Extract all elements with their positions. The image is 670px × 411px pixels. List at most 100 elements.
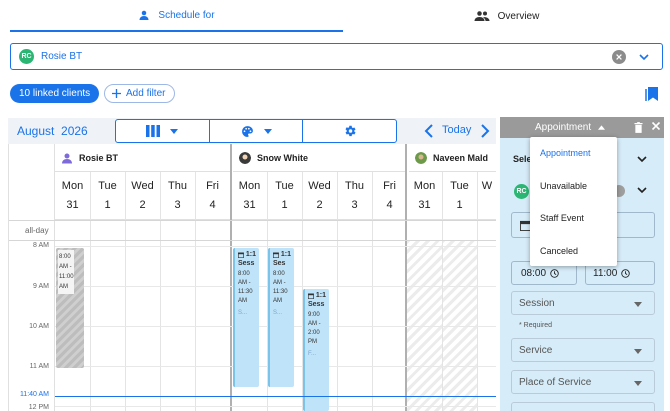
day-of-week: Fri: [383, 180, 396, 192]
event-staff: F...: [308, 351, 317, 357]
palette-icon: [241, 125, 253, 137]
tab-schedule-for[interactable]: Schedule for: [10, 0, 343, 32]
day-number: 2: [139, 199, 146, 211]
event-subtitle: Ses: [273, 260, 286, 267]
event-title-text: 1:1: [315, 292, 326, 299]
day-header[interactable]: Fri 4: [195, 172, 230, 220]
client-name: Rosie BT: [41, 51, 83, 62]
day-number: 1: [281, 199, 288, 211]
client-avatar: RC: [19, 49, 34, 64]
day-of-week: Mon: [61, 180, 84, 192]
menu-item-unavailable[interactable]: Unavailable: [540, 181, 587, 191]
session-event[interactable]: 1:1 Sess 8:00 AM - 11:30 AM S...: [233, 248, 259, 387]
day-header[interactable]: Wed 2: [125, 172, 160, 220]
calendar-icon: [273, 252, 279, 258]
day-of-week: Mon: [238, 180, 261, 192]
column-view-button[interactable]: [116, 120, 210, 142]
place-of-service-select[interactable]: Place of Service: [511, 370, 655, 394]
event-type-select[interactable]: Appointment: [535, 122, 606, 133]
clock-icon: [550, 269, 559, 278]
day-header[interactable]: Thu 3: [337, 172, 372, 220]
person-icon: [139, 10, 149, 20]
allday-row-divider: [9, 220, 496, 221]
event-time-line: AM: [59, 284, 68, 290]
session-select[interactable]: Session: [511, 291, 655, 315]
calendar-icon: [308, 293, 314, 299]
day-header[interactable]: Tue 1: [442, 172, 477, 220]
time-label: 12 PM: [28, 404, 49, 411]
trash-icon[interactable]: [634, 122, 643, 133]
allday-row-divider: [9, 240, 496, 241]
extra-field[interactable]: [511, 402, 655, 411]
day-header[interactable]: Mon 31: [232, 172, 267, 220]
time-gutter: all-day 8 AM 9 AM 10 AM 11 AM 11:40 AM 1…: [9, 144, 55, 411]
tab-overview[interactable]: Overview: [343, 0, 670, 32]
clear-icon[interactable]: [612, 50, 626, 64]
day-of-week: Fri: [206, 180, 219, 192]
resource-header-naveen: Naveen Mald: [409, 144, 496, 172]
column-divider: [442, 172, 443, 411]
chevron-down-icon[interactable]: [636, 49, 652, 65]
menu-item-appointment[interactable]: Appointment: [540, 148, 591, 158]
end-time-value: 11:00: [593, 268, 618, 279]
color-view-button[interactable]: [210, 120, 304, 142]
event-staff: S...: [273, 310, 283, 316]
unavailable-event[interactable]: 8:00 AM - 11:00 AM: [56, 248, 84, 368]
group-icon: [474, 11, 490, 21]
day-header[interactable]: W: [477, 172, 496, 220]
event-time-line: AM -: [59, 264, 72, 270]
close-icon[interactable]: [651, 121, 661, 131]
session-event[interactable]: 1:1 Ses 8:00 AM - 11:30 AM S...: [268, 248, 294, 387]
chevron-down-icon[interactable]: [637, 187, 647, 194]
day-of-week: Wed: [308, 180, 331, 192]
caret-down-icon: [634, 349, 642, 354]
chevron-down-icon[interactable]: [637, 156, 647, 163]
menu-item-canceled[interactable]: Canceled: [540, 246, 578, 256]
day-of-week: Thu: [345, 180, 364, 192]
panel-header: Appointment: [500, 117, 664, 138]
place-label: Place of Service: [519, 376, 592, 388]
today-button[interactable]: Today: [442, 124, 471, 136]
bookmarks-icon[interactable]: [645, 86, 659, 102]
linked-clients-chip[interactable]: 10 linked clients: [10, 84, 100, 103]
day-header[interactable]: Thu 3: [160, 172, 195, 220]
service-label: Service: [519, 344, 553, 356]
calendar-grid: all-day 8 AM 9 AM 10 AM 11 AM 11:40 AM 1…: [8, 144, 496, 411]
add-filter-button[interactable]: Add filter: [104, 84, 176, 103]
day-header[interactable]: Mon 31: [407, 172, 442, 220]
event-time: 8:00 AM - 11:30 AM: [273, 271, 288, 304]
year-label: 2026: [61, 124, 88, 138]
event-subtitle: Sess: [238, 260, 255, 267]
settings-button[interactable]: [303, 120, 396, 142]
prev-arrow-icon[interactable]: [422, 123, 436, 139]
day-header[interactable]: Fri 4: [372, 172, 407, 220]
month-name: August: [17, 124, 55, 138]
event-title: 1:1: [238, 250, 256, 259]
next-arrow-icon[interactable]: [478, 123, 492, 139]
day-header[interactable]: Wed 2: [302, 172, 337, 220]
hour-line: [55, 406, 496, 407]
time-label: 9 AM: [33, 283, 49, 290]
view-tool-group: [115, 119, 397, 143]
day-header[interactable]: Tue 1: [267, 172, 302, 220]
menu-item-staff-event[interactable]: Staff Event: [540, 213, 584, 223]
session-event[interactable]: 1:1 Sess 9:00 AM - 2:00 PM F...: [303, 289, 329, 411]
event-time-line: 11:00: [59, 274, 74, 280]
day-header[interactable]: Tue 1: [90, 172, 125, 220]
tab-schedule-label: Schedule for: [158, 9, 215, 21]
day-number: 1: [456, 199, 463, 211]
client-select[interactable]: RC Rosie BT: [10, 43, 663, 70]
day-number: 4: [386, 199, 393, 211]
day-of-week: Tue: [275, 180, 294, 192]
day-header[interactable]: Mon 31: [55, 172, 90, 220]
day-of-week: Mon: [413, 180, 436, 192]
panel-client-avatar: RC: [514, 184, 529, 199]
day-of-week: Wed: [131, 180, 154, 192]
required-note: * Required: [519, 322, 553, 329]
resource-name: Naveen Mald: [433, 152, 489, 163]
service-select[interactable]: Service: [511, 338, 655, 362]
start-time: 08:00: [521, 268, 559, 279]
tab-overview-label: Overview: [497, 10, 540, 22]
day-of-week: Tue: [450, 180, 469, 192]
column-divider: [125, 172, 126, 411]
